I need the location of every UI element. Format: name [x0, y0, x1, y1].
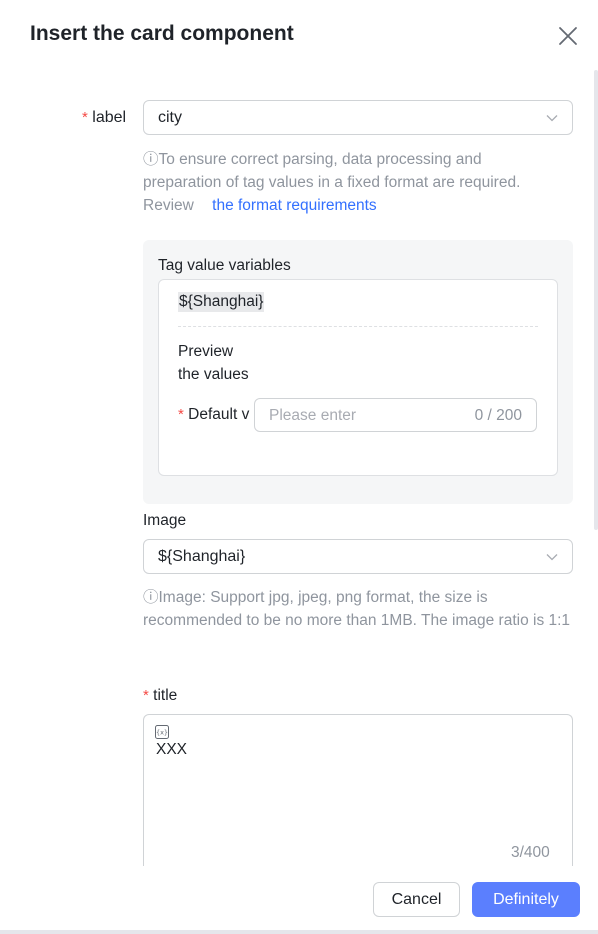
- required-mark: *: [178, 406, 184, 423]
- default-value-placeholder: Please enter: [269, 407, 357, 424]
- title-label-text: title: [153, 687, 178, 704]
- default-label-text: Default v: [188, 406, 250, 423]
- bottom-edge: [0, 930, 598, 934]
- title-char-count: 3/400: [511, 844, 550, 861]
- image-select-value: ${Shanghai}: [158, 547, 246, 565]
- close-icon[interactable]: [556, 24, 580, 48]
- format-hint-text: ⓘTo ensure correct parsing, data process…: [143, 151, 521, 191]
- required-mark: *: [82, 109, 88, 126]
- preview-line-1: Preview: [178, 343, 234, 360]
- chevron-down-icon: [546, 114, 558, 121]
- divider: [178, 326, 538, 327]
- review-prefix: Review: [143, 197, 194, 214]
- tag-value-title: Tag value variables: [158, 257, 291, 274]
- insert-card-dialog: Insert the card component * label city ⓘ…: [0, 0, 598, 934]
- label-select-value: city: [158, 108, 182, 126]
- confirm-button[interactable]: Definitely: [472, 882, 580, 917]
- label-text: label: [92, 109, 127, 126]
- image-hint: ⓘImage: Support jpg, jpeg, png format, t…: [143, 589, 571, 629]
- preview-line-2: the values: [178, 366, 249, 383]
- default-value-label: * Default v: [178, 406, 258, 424]
- default-value-input[interactable]: Please enter 0 / 200: [254, 398, 537, 432]
- chevron-down-icon: [546, 553, 558, 560]
- variable-chip[interactable]: ${Shanghai}: [178, 292, 265, 312]
- required-mark: *: [143, 687, 149, 704]
- image-select[interactable]: ${Shanghai}: [143, 539, 573, 574]
- cancel-button[interactable]: Cancel: [373, 882, 460, 917]
- title-field-label: * title: [143, 687, 177, 705]
- label-field-label: * label: [82, 109, 126, 127]
- image-field-label: Image: [143, 512, 187, 529]
- svg-text:{x}: {x}: [156, 729, 168, 737]
- title-textarea[interactable]: [143, 714, 573, 874]
- scrollbar[interactable]: [594, 70, 598, 530]
- preview-values-text: Preview the values: [178, 340, 249, 386]
- default-value-count: 0 / 200: [474, 407, 522, 424]
- variable-icon[interactable]: {x}: [155, 725, 169, 739]
- title-value: XXX: [156, 741, 188, 758]
- dialog-title: Insert the card component: [30, 22, 294, 45]
- format-hint: ⓘTo ensure correct parsing, data process…: [143, 148, 563, 217]
- format-requirements-link[interactable]: the format requirements: [212, 197, 377, 214]
- label-select[interactable]: city: [143, 100, 573, 135]
